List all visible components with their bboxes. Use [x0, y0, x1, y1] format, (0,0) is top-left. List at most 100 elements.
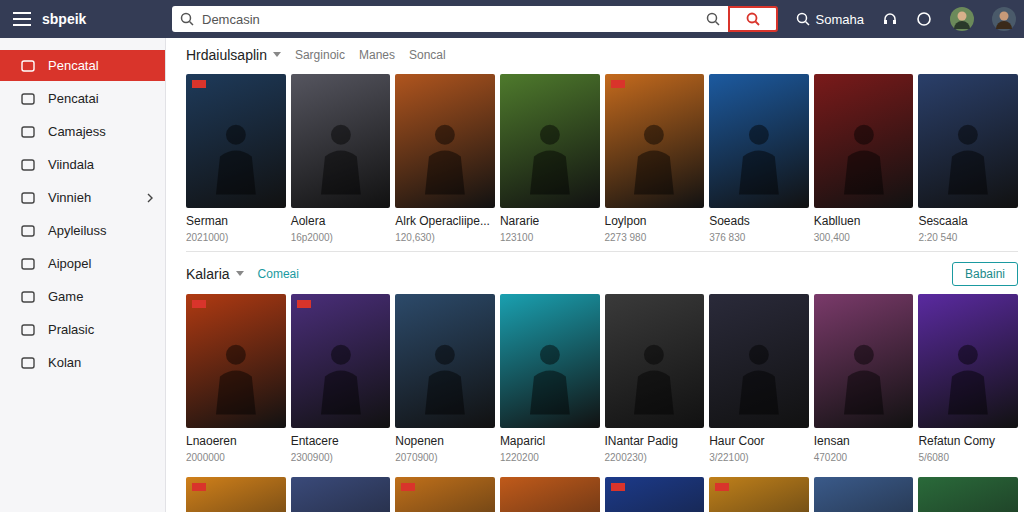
game-card[interactable]: Maparicl1220200 — [500, 294, 600, 463]
sidebar-label: Pralasic — [48, 322, 155, 337]
cover-art — [605, 74, 705, 208]
menu-item-icon — [20, 124, 36, 140]
search-placeholder: Demcasin — [202, 12, 698, 27]
cover-art[interactable] — [291, 477, 391, 512]
menu-item-icon — [20, 190, 36, 206]
game-card[interactable]: Alrk Operacliipe...120,630) — [395, 74, 495, 243]
sidebar-item[interactable]: Viindala — [0, 149, 165, 180]
sidebar-item[interactable]: Pencatal — [0, 50, 165, 81]
badge — [192, 483, 206, 491]
card-grid — [186, 477, 1018, 512]
game-card[interactable]: Aolera16p2000) — [291, 74, 391, 243]
game-card[interactable]: Nararie123100 — [500, 74, 600, 243]
cover-art[interactable] — [709, 477, 809, 512]
card-title: Iensan — [814, 434, 914, 448]
cover-art[interactable] — [814, 477, 914, 512]
game-card[interactable]: INantar Padig2200230) — [605, 294, 705, 463]
section-header: Kalaria Comeai Babaini — [186, 262, 1018, 286]
cover-art[interactable] — [395, 477, 495, 512]
card-title: Haur Coor — [709, 434, 809, 448]
cover-art — [605, 294, 705, 428]
top-actions: Somaha — [796, 7, 1016, 31]
sidebar-item[interactable]: Pencatai — [0, 83, 165, 114]
game-card[interactable]: Soeads376 830 — [709, 74, 809, 243]
hero-icon — [311, 504, 371, 512]
section-tab[interactable]: Comeai — [258, 267, 299, 281]
card-count: 16p2000) — [291, 232, 391, 243]
game-section: Kalaria Comeai Babaini Lnaoeren2000000Entac… — [186, 251, 1018, 463]
section-header: Hrdaiulsaplin Sarginoic Manes Soncal — [186, 44, 1018, 66]
menu-item-icon — [20, 223, 36, 239]
search-field[interactable]: Demcasin — [172, 6, 728, 32]
top-bar: sbpeik Demcasin Somaha — [0, 0, 1024, 38]
status-icon[interactable] — [916, 11, 932, 27]
sidebar-item[interactable]: Vinnieh — [0, 182, 165, 213]
search-button[interactable] — [728, 6, 778, 32]
hero-icon — [624, 101, 684, 208]
sidebar-item[interactable]: Game — [0, 281, 165, 312]
sidebar-label: Camajess — [48, 124, 155, 139]
section-tab[interactable]: Sarginoic — [295, 48, 345, 62]
sidebar-item[interactable]: Kolan — [0, 347, 165, 378]
badge — [611, 483, 625, 491]
menu-item-icon — [20, 289, 36, 305]
game-card[interactable]: Refatun Comy5/6080 — [918, 294, 1018, 463]
section-title[interactable]: Hrdaiulsaplin — [186, 47, 267, 63]
hero-icon — [938, 504, 998, 512]
dropdown-icon[interactable] — [236, 271, 244, 277]
dropdown-icon[interactable] — [273, 52, 281, 58]
hero-icon — [415, 504, 475, 512]
hero-icon — [729, 321, 789, 428]
card-title: Lnaoeren — [186, 434, 286, 448]
game-card[interactable]: Lnaoeren2000000 — [186, 294, 286, 463]
cover-art[interactable] — [186, 477, 286, 512]
game-card[interactable]: Iensan470200 — [814, 294, 914, 463]
avatar-icon[interactable] — [992, 7, 1016, 31]
badge — [611, 80, 625, 88]
top-search-link[interactable]: Somaha — [796, 12, 864, 27]
game-card[interactable]: Haur Coor3/22100) — [709, 294, 809, 463]
game-card[interactable]: Kablluen300,400 — [814, 74, 914, 243]
logo[interactable]: sbpeik — [42, 11, 86, 27]
cover-art — [709, 294, 809, 428]
game-section: Hrdaiulsaplin Sarginoic Manes Soncal Serman2… — [186, 44, 1018, 243]
game-card[interactable]: Sescaala2:20 540 — [918, 74, 1018, 243]
search-icon — [746, 12, 760, 26]
headset-icon[interactable] — [882, 11, 898, 27]
game-card[interactable]: Serman2021000) — [186, 74, 286, 243]
section-title[interactable]: Kalaria — [186, 266, 230, 282]
badge — [715, 483, 729, 491]
cover-art[interactable] — [605, 477, 705, 512]
avatar-icon[interactable] — [950, 7, 974, 31]
cover-art — [395, 74, 495, 208]
card-count: 123100 — [500, 232, 600, 243]
menu-item-icon — [20, 355, 36, 371]
section-tab[interactable]: Manes — [359, 48, 395, 62]
section-tab[interactable]: Soncal — [409, 48, 446, 62]
hero-icon — [834, 504, 894, 512]
sidebar-item[interactable]: Aipopel — [0, 248, 165, 279]
card-count: 2:20 540 — [918, 232, 1018, 243]
hero-icon — [520, 504, 580, 512]
badge — [192, 80, 206, 88]
cover-art — [918, 74, 1018, 208]
hero-icon — [624, 504, 684, 512]
card-count: 1220200 — [500, 452, 600, 463]
badge — [192, 300, 206, 308]
game-card[interactable]: Nopenen2070900) — [395, 294, 495, 463]
sidebar-item[interactable]: Pralasic — [0, 314, 165, 345]
game-card[interactable]: Loylpon2273 980 — [605, 74, 705, 243]
cover-art[interactable] — [500, 477, 600, 512]
sidebar-item[interactable]: Apyleiluss — [0, 215, 165, 246]
cover-art[interactable] — [918, 477, 1018, 512]
sidebar-item[interactable]: Camajess — [0, 116, 165, 147]
section-action-button[interactable]: Babaini — [952, 262, 1018, 286]
cover-art — [186, 74, 286, 208]
menu-icon[interactable] — [12, 11, 32, 27]
badge — [401, 483, 415, 491]
game-card[interactable]: Entacere2300900) — [291, 294, 391, 463]
hero-icon — [311, 321, 371, 428]
card-title: Soeads — [709, 214, 809, 228]
sidebar-label: Game — [48, 289, 155, 304]
hero-icon — [520, 101, 580, 208]
